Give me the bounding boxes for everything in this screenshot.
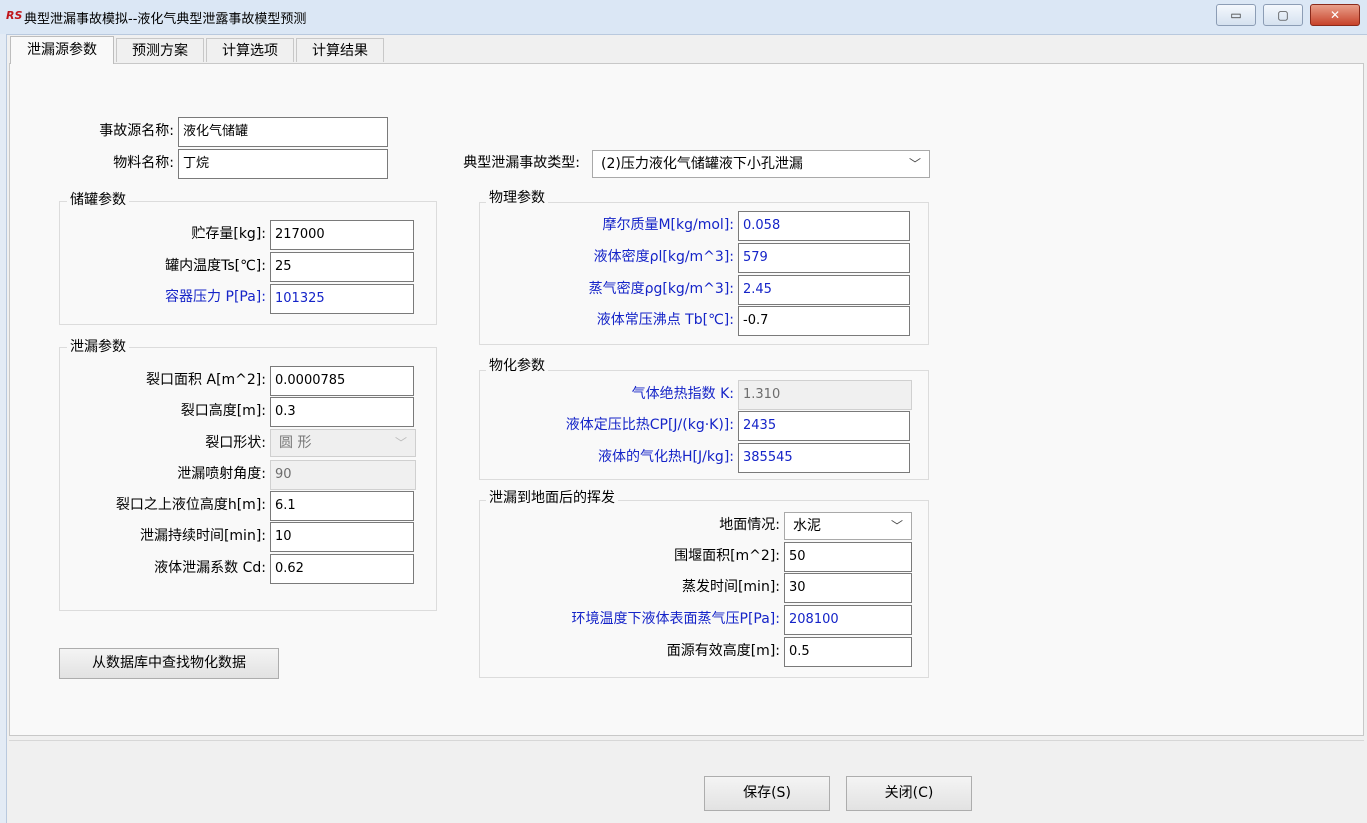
tab-leak-source[interactable]: 泄漏源参数 bbox=[10, 36, 114, 64]
storage-amount-input[interactable]: 217000 bbox=[270, 220, 414, 250]
accident-type-select[interactable]: (2)压力液化气储罐液下小孔泄漏 ﹀ bbox=[592, 150, 930, 178]
chevron-down-icon: ﹀ bbox=[394, 436, 407, 450]
accident-type-label: 典型泄漏事故类型: bbox=[463, 155, 580, 171]
maximize-icon[interactable]: ▢ bbox=[1263, 4, 1303, 26]
vaporization-heat-input[interactable]: 385545 bbox=[738, 443, 910, 473]
ground-type-value: 水泥 bbox=[793, 518, 821, 534]
specific-heat-label: 液体定压比热CP[J/(kg·K)]: bbox=[565, 417, 734, 433]
tab-forecast-plan[interactable]: 预测方案 bbox=[116, 38, 204, 62]
close-button[interactable]: 关闭(C) bbox=[846, 776, 972, 811]
source-height-label: 面源有效高度[m]: bbox=[666, 643, 780, 659]
hole-height-input[interactable]: 0.3 bbox=[270, 397, 414, 427]
evaporation-title: 泄漏到地面后的挥发 bbox=[486, 488, 618, 508]
tank-temp-label: 罐内温度Ts[℃]: bbox=[165, 258, 266, 274]
material-name-label: 物料名称: bbox=[113, 155, 174, 171]
save-button[interactable]: 保存(S) bbox=[704, 776, 830, 811]
lookup-db-button[interactable]: 从数据库中查找物化数据 bbox=[59, 648, 279, 679]
vapor-pressure-input[interactable]: 208100 bbox=[784, 605, 912, 635]
chevron-down-icon: ﹀ bbox=[890, 519, 903, 533]
adiabatic-index-label: 气体绝热指数 K: bbox=[631, 386, 734, 402]
storage-amount-label: 贮存量[kg]: bbox=[191, 226, 266, 242]
liquid-level-input[interactable]: 6.1 bbox=[270, 491, 414, 521]
material-name-input[interactable]: 丁烷 bbox=[178, 149, 388, 179]
window-title: 典型泄漏事故模拟--液化气典型泄露事故模型预测 bbox=[24, 12, 307, 27]
liquid-level-label: 裂口之上液位高度h[m]: bbox=[115, 497, 266, 513]
vessel-pressure-input[interactable]: 101325 bbox=[270, 284, 414, 314]
tank-params-title: 储罐参数 bbox=[67, 190, 129, 210]
hole-shape-value: 圆 形 bbox=[279, 435, 312, 451]
tab-calc-options[interactable]: 计算选项 bbox=[206, 38, 294, 62]
hole-height-label: 裂口高度[m]: bbox=[180, 403, 266, 419]
molar-mass-input[interactable]: 0.058 bbox=[738, 211, 910, 241]
discharge-coeff-label: 液体泄漏系数 Cd: bbox=[154, 560, 266, 576]
adiabatic-index-input: 1.310 bbox=[738, 380, 912, 410]
discharge-coeff-input[interactable]: 0.62 bbox=[270, 554, 414, 584]
vapor-pressure-label: 环境温度下液体表面蒸气压P[Pa]: bbox=[571, 611, 780, 627]
molar-mass-label: 摩尔质量M[kg/mol]: bbox=[602, 217, 734, 233]
source-height-input[interactable]: 0.5 bbox=[784, 637, 912, 667]
accident-type-value: (2)压力液化气储罐液下小孔泄漏 bbox=[601, 156, 803, 172]
tank-temp-input[interactable]: 25 bbox=[270, 252, 414, 282]
ground-type-select[interactable]: 水泥 ﹀ bbox=[784, 512, 912, 540]
vaporization-heat-label: 液体的气化热H[J/kg]: bbox=[597, 449, 734, 465]
source-name-label: 事故源名称: bbox=[99, 123, 174, 139]
tab-calc-results[interactable]: 计算结果 bbox=[296, 38, 384, 62]
jet-angle-label: 泄漏喷射角度: bbox=[177, 466, 266, 482]
evap-time-input[interactable]: 30 bbox=[784, 573, 912, 603]
hole-shape-select: 圆 形 ﹀ bbox=[270, 429, 416, 457]
jet-angle-input: 90 bbox=[270, 460, 416, 490]
liquid-density-input[interactable]: 579 bbox=[738, 243, 910, 273]
physchem-params-title: 物化参数 bbox=[486, 356, 548, 376]
dike-area-label: 围堰面积[m^2]: bbox=[674, 548, 780, 564]
hole-area-input[interactable]: 0.0000785 bbox=[270, 366, 414, 396]
hole-area-label: 裂口面积 A[m^2]: bbox=[146, 372, 266, 388]
specific-heat-input[interactable]: 2435 bbox=[738, 411, 910, 441]
leak-duration-input[interactable]: 10 bbox=[270, 522, 414, 552]
window-left-border bbox=[0, 34, 7, 823]
leak-params-title: 泄漏参数 bbox=[67, 337, 129, 357]
liquid-density-label: 液体密度ρl[kg/m^3]: bbox=[593, 249, 734, 265]
bottom-separator bbox=[9, 740, 1364, 741]
boiling-point-label: 液体常压沸点 Tb[℃]: bbox=[596, 312, 734, 328]
ground-type-label: 地面情况: bbox=[719, 517, 780, 533]
evap-time-label: 蒸发时间[min]: bbox=[681, 579, 780, 595]
physical-params-title: 物理参数 bbox=[486, 188, 548, 208]
minimize-icon[interactable]: ▭ bbox=[1216, 4, 1256, 26]
app-logo-icon: RS bbox=[6, 9, 23, 22]
source-name-input[interactable]: 液化气储罐 bbox=[178, 117, 388, 147]
dike-area-input[interactable]: 50 bbox=[784, 542, 912, 572]
close-icon[interactable]: ✕ bbox=[1310, 4, 1360, 26]
leak-duration-label: 泄漏持续时间[min]: bbox=[139, 528, 266, 544]
vessel-pressure-label: 容器压力 P[Pa]: bbox=[165, 289, 266, 305]
vapor-density-label: 蒸气密度ρg[kg/m^3]: bbox=[588, 281, 734, 297]
vapor-density-input[interactable]: 2.45 bbox=[738, 275, 910, 305]
boiling-point-input[interactable]: -0.7 bbox=[738, 306, 910, 336]
chevron-down-icon: ﹀ bbox=[908, 157, 921, 171]
hole-shape-label: 裂口形状: bbox=[205, 435, 266, 451]
